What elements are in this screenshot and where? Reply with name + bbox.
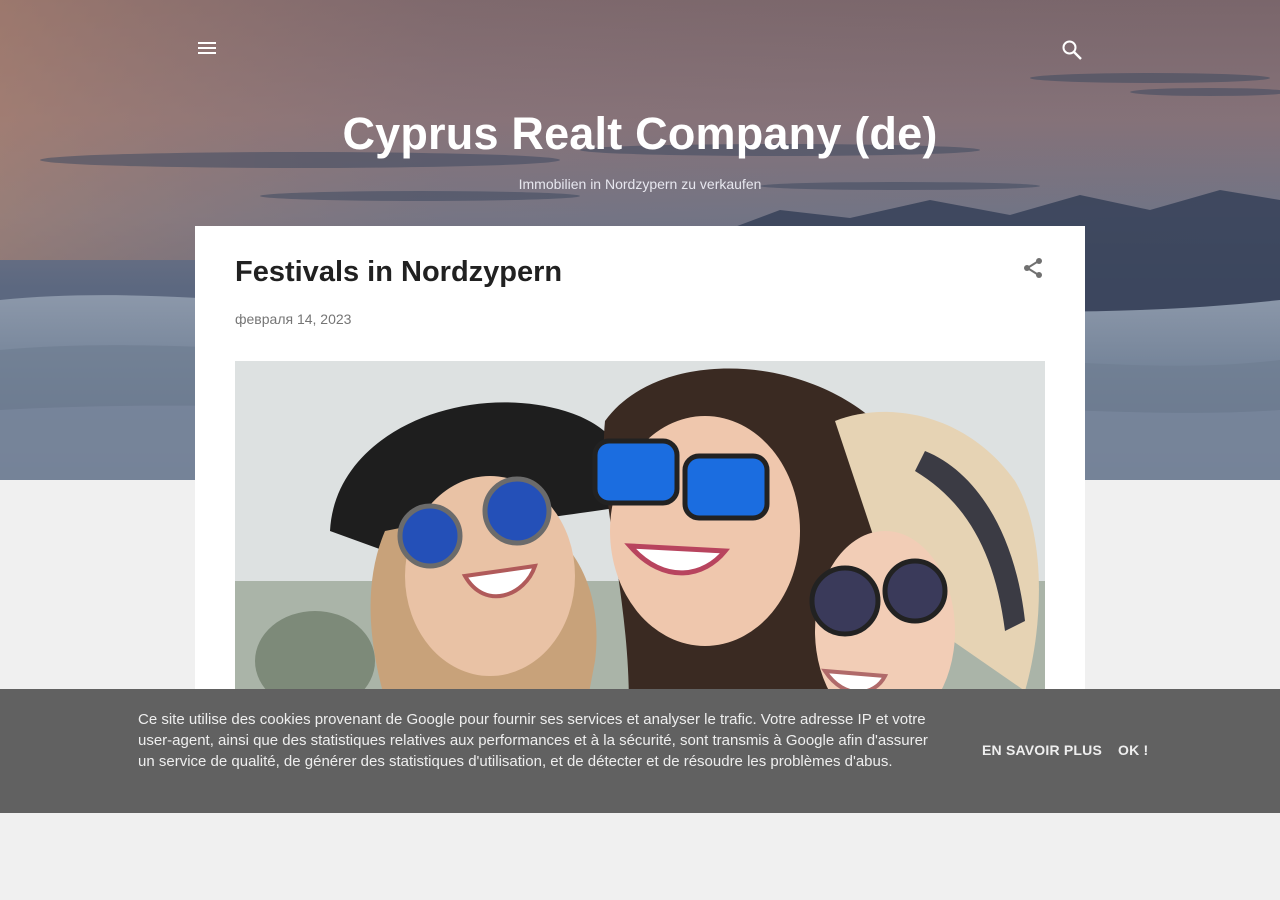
top-navigation-bar xyxy=(0,0,1280,100)
search-icon[interactable] xyxy=(1060,38,1084,62)
learn-more-button[interactable]: EN SAVOIR PLUS xyxy=(982,742,1102,758)
cookie-notice-bar: Ce site utilise des cookies provenant de… xyxy=(0,689,1280,813)
cookie-notice-text: Ce site utilise des cookies provenant de… xyxy=(138,711,928,770)
post-title[interactable]: Festivals in Nordzypern xyxy=(235,256,562,289)
page-background xyxy=(0,813,1280,900)
hamburger-menu-icon[interactable] xyxy=(195,36,219,60)
blog-description: Immobilien in Nordzypern zu verkaufen xyxy=(518,176,762,192)
post-date[interactable]: февраля 14, 2023 xyxy=(235,311,351,327)
blog-title[interactable]: Cyprus Realt Company (de) xyxy=(0,108,1280,160)
ok-button[interactable]: OK ! xyxy=(1118,742,1148,758)
share-icon[interactable] xyxy=(1021,256,1045,280)
